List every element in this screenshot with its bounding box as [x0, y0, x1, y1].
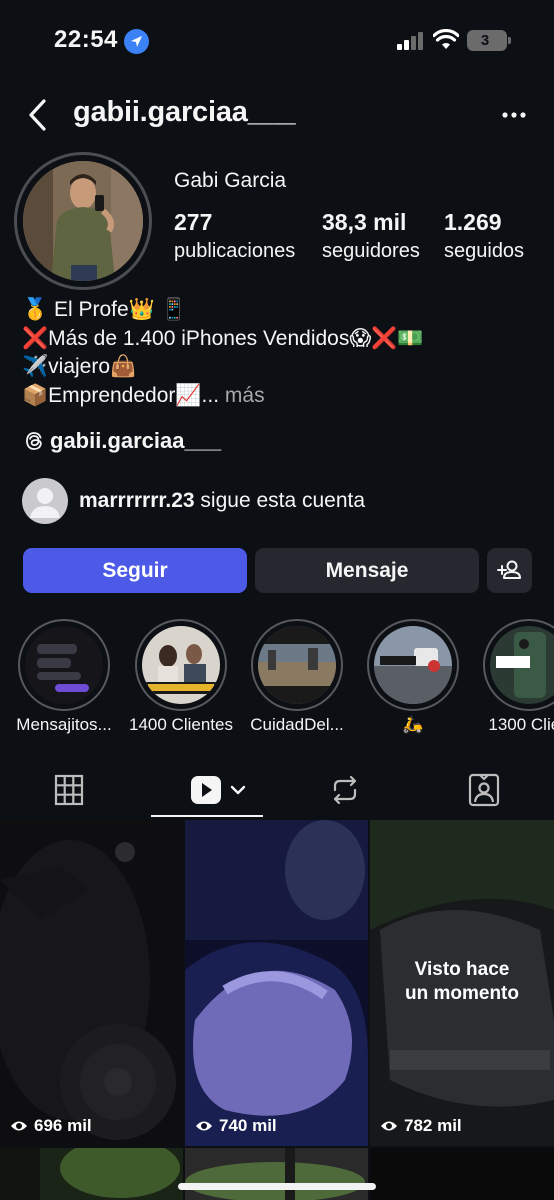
- stat-following-value: 1.269: [444, 209, 502, 235]
- bio-line: ✈️viajero👜: [22, 355, 137, 378]
- reel-image: [0, 820, 183, 1146]
- bio-line: ❌Más de 1.400 iPhones Vendidos😱❌💵: [22, 326, 424, 350]
- threads-link[interactable]: gabii.garciaa___: [24, 428, 221, 454]
- eye-icon: [196, 1121, 212, 1131]
- highlight-cover: [374, 626, 452, 704]
- highlight-label: 🛵: [402, 715, 424, 734]
- highlight-cover: [142, 626, 220, 704]
- back-button[interactable]: [24, 96, 58, 134]
- highlight-label: 1400 Clientes: [129, 715, 233, 734]
- highlight-label: 1300 Clien: [488, 715, 554, 734]
- tab-reposts[interactable]: [315, 768, 375, 812]
- stat-followers-value: 38,3 mil: [322, 209, 407, 235]
- battery-level: 3: [480, 32, 490, 49]
- more-options-button[interactable]: [494, 100, 534, 130]
- story-highlight[interactable]: Mensajitos...: [16, 619, 112, 734]
- profile-bio: 🥇 El Profe👑 📱 ❌Más de 1.400 iPhones Vend…: [22, 296, 424, 410]
- default-avatar-icon: [30, 488, 60, 518]
- stat-following[interactable]: 1.269 seguidos: [444, 209, 524, 263]
- followed-by-text: marrrrrrr.23 sigue esta cuenta: [79, 489, 365, 513]
- grid-icon: [54, 774, 84, 806]
- highlight-label: Mensajitos...: [16, 715, 112, 734]
- followed-by-suffix: sigue esta cuenta: [194, 489, 366, 512]
- status-time: 22:54: [54, 26, 118, 53]
- bio-line: 📦Emprendedor📈...: [22, 383, 220, 407]
- threads-handle: gabii.garciaa___: [50, 428, 222, 453]
- avatar-photo: [23, 161, 143, 281]
- highlight-ring: [18, 619, 110, 711]
- highlight-ring: [135, 619, 227, 711]
- reel-image: [0, 1148, 183, 1200]
- battery-icon: 3: [467, 30, 511, 51]
- ellipsis-icon: [502, 112, 526, 118]
- highlight-cover: [258, 626, 336, 704]
- reel-thumbnail[interactable]: Visto hace un momento 782 mil: [370, 820, 554, 1146]
- display-name: Gabi Garcia: [174, 169, 287, 192]
- location-icon: [124, 29, 149, 54]
- followed-by-row[interactable]: marrrrrrr.23 sigue esta cuenta: [22, 478, 365, 524]
- tab-reels[interactable]: [177, 768, 257, 812]
- active-tab-indicator: [151, 815, 263, 817]
- highlight-ring: [483, 619, 554, 711]
- follower-avatar: [22, 478, 68, 524]
- reel-thumbnail[interactable]: [370, 1148, 554, 1200]
- threads-icon: [26, 432, 42, 450]
- reel-thumbnail[interactable]: [0, 1148, 183, 1200]
- tab-posts[interactable]: [39, 768, 99, 812]
- wifi-icon: [433, 29, 459, 49]
- profile-avatar[interactable]: [14, 152, 152, 290]
- reel-image: [185, 1148, 368, 1200]
- bio-line-last: 📦Emprendedor📈... más: [22, 382, 424, 411]
- eye-icon: [381, 1121, 397, 1131]
- stat-followers[interactable]: 38,3 mil seguidores: [322, 209, 420, 263]
- story-highlight[interactable]: CuidadDel...: [250, 619, 344, 734]
- story-highlight[interactable]: 🛵: [367, 619, 459, 734]
- status-bar: 22:54 3: [0, 0, 554, 84]
- signal-icon: [397, 32, 425, 50]
- bio-more-link[interactable]: más: [225, 384, 265, 407]
- stat-following-label: seguidos: [444, 240, 525, 262]
- view-count: 696 mil: [10, 1116, 92, 1136]
- profile-username: gabii.garciaa___: [73, 96, 296, 128]
- followed-by-username[interactable]: marrrrrrr.23: [79, 489, 195, 512]
- reel-thumbnail[interactable]: 740 mil: [185, 820, 368, 1146]
- reels-icon: [191, 776, 246, 804]
- highlight-label: CuidadDel...: [250, 715, 344, 734]
- highlight-ring: [367, 619, 459, 711]
- suggested-accounts-button[interactable]: [487, 548, 532, 593]
- reel-image: [185, 820, 368, 1146]
- bio-line: 🥇 El Profe👑 📱: [22, 298, 187, 321]
- reel-thumbnail[interactable]: [185, 1148, 368, 1200]
- eye-icon: [11, 1121, 27, 1131]
- highlight-ring: [251, 619, 343, 711]
- view-count-text: 740 mil: [219, 1116, 277, 1135]
- story-highlight[interactable]: 1300 Clien: [483, 619, 554, 734]
- stat-posts[interactable]: 277 publicaciones: [174, 209, 295, 263]
- story-highlight[interactable]: 1400 Clientes: [129, 619, 233, 734]
- view-count-text: 696 mil: [34, 1116, 92, 1135]
- highlight-cover: [25, 626, 103, 704]
- repost-icon: [333, 775, 357, 805]
- highlight-cover: [490, 626, 554, 704]
- add-person-icon: [497, 560, 521, 579]
- chevron-left-icon: [29, 99, 46, 131]
- message-button[interactable]: Mensaje: [255, 548, 479, 593]
- watched-overlay: Visto hace un momento: [405, 959, 519, 1004]
- view-count-text: 782 mil: [404, 1116, 462, 1135]
- stat-followers-label: seguidores: [322, 240, 420, 262]
- reel-image: [370, 1148, 554, 1200]
- stat-posts-value: 277: [174, 209, 213, 235]
- view-count: 740 mil: [195, 1116, 277, 1136]
- follow-button[interactable]: Seguir: [23, 548, 247, 593]
- home-indicator[interactable]: [178, 1183, 376, 1190]
- tab-tagged[interactable]: [454, 768, 514, 812]
- view-count: 782 mil: [380, 1116, 462, 1136]
- reel-thumbnail[interactable]: 696 mil: [0, 820, 183, 1146]
- stat-posts-label: publicaciones: [174, 240, 296, 262]
- tagged-icon: [468, 773, 500, 807]
